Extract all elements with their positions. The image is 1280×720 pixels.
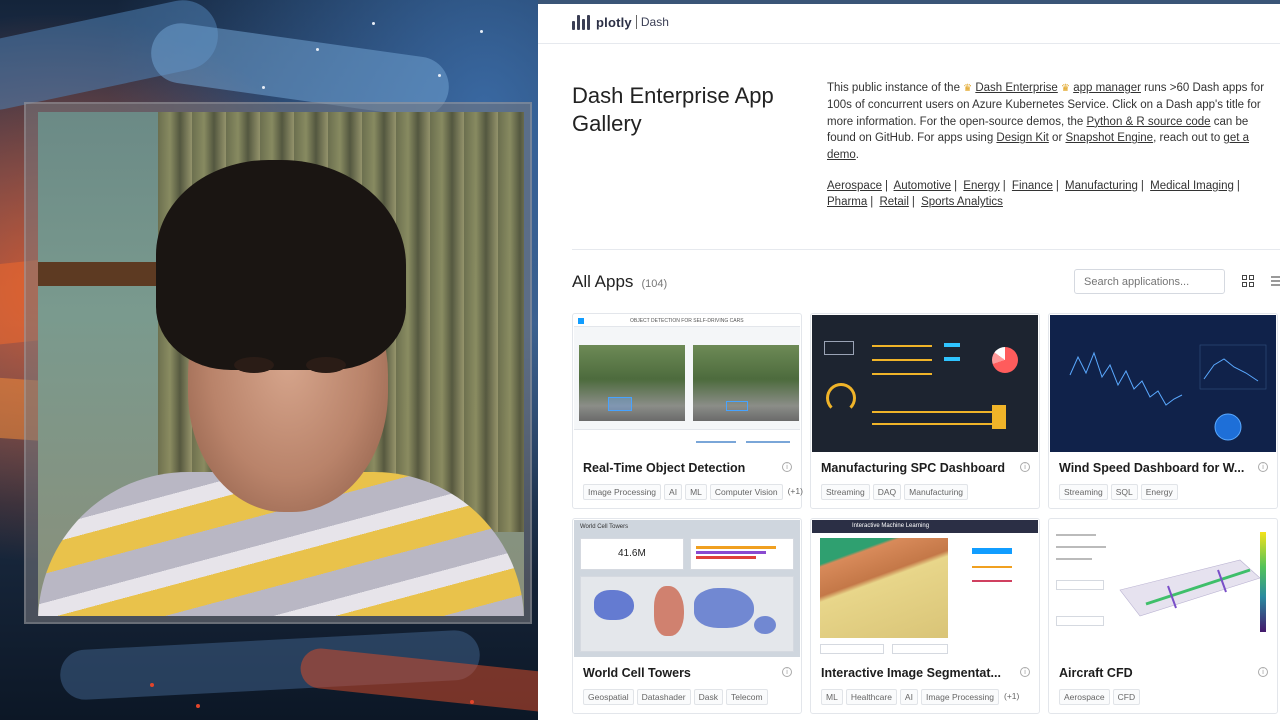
presenter-photo: [38, 112, 524, 616]
photo-frame: [24, 102, 532, 624]
crown-icon: ♛: [1061, 83, 1070, 94]
source-code-link[interactable]: Python & R source code: [1087, 116, 1211, 128]
tag[interactable]: Aerospace: [1059, 689, 1110, 705]
app-thumbnail[interactable]: [1050, 520, 1276, 657]
list-view-icon[interactable]: [1271, 276, 1280, 288]
all-apps-title: All Apps: [572, 272, 634, 291]
app-card[interactable]: Wind Speed Dashboard for W... i Streamin…: [1048, 313, 1278, 509]
tag[interactable]: Datashader: [636, 689, 691, 705]
tag[interactable]: Streaming: [821, 484, 870, 500]
app-card[interactable]: Aircraft CFD i Aerospace CFD: [1048, 518, 1278, 714]
tag[interactable]: SQL: [1110, 484, 1138, 500]
app-card[interactable]: Manufacturing SPC Dashboard i Streaming …: [810, 313, 1040, 509]
industry-link-automotive[interactable]: Automotive: [894, 180, 952, 192]
section-divider: [572, 249, 1280, 250]
crown-icon: ♛: [963, 83, 973, 94]
thumb-caption: World Cell Towers: [580, 524, 629, 530]
tag[interactable]: Image Processing: [920, 689, 999, 705]
app-thumbnail[interactable]: OBJECT DETECTION FOR SELF-DRIVING CARS: [574, 315, 800, 452]
industry-link-sports-analytics[interactable]: Sports Analytics: [921, 196, 1003, 208]
app-card-title[interactable]: Real-Time Object Detection: [583, 461, 773, 475]
more-tags-count: (+1): [787, 486, 803, 496]
thumb-caption: OBJECT DETECTION FOR SELF-DRIVING CARS: [630, 318, 744, 324]
app-card-title[interactable]: Manufacturing SPC Dashboard: [821, 461, 1011, 475]
tag[interactable]: DAQ: [872, 484, 902, 500]
tag-list: Streaming DAQ Manufacturing: [821, 484, 969, 500]
plotly-logo-icon: [572, 14, 590, 30]
tag[interactable]: ML: [685, 484, 707, 500]
plotly-dash-logo[interactable]: plotly Dash: [572, 14, 669, 30]
grid-view-icon[interactable]: [1242, 275, 1254, 287]
industry-link-aerospace[interactable]: Aerospace: [827, 180, 882, 192]
tag[interactable]: Manufacturing: [904, 484, 969, 500]
thumb-metric: 41.6M: [618, 548, 646, 559]
tag[interactable]: Streaming: [1059, 484, 1108, 500]
app-thumbnail[interactable]: World Cell Towers 41.6M: [574, 520, 800, 657]
webcam-overlay: [0, 0, 538, 720]
top-navbar: plotly Dash: [538, 0, 1280, 44]
tag[interactable]: Geospatial: [583, 689, 634, 705]
tag-list: Geospatial Datashader Dask Telecom: [583, 689, 768, 705]
tag-list: Aerospace CFD: [1059, 689, 1141, 705]
app-card-title[interactable]: Wind Speed Dashboard for W...: [1059, 461, 1249, 475]
app-card-title[interactable]: Aircraft CFD: [1059, 666, 1249, 680]
tag[interactable]: CFD: [1112, 689, 1141, 705]
info-icon[interactable]: i: [1020, 667, 1030, 677]
tag[interactable]: Dask: [693, 689, 723, 705]
industry-link-finance[interactable]: Finance: [1012, 180, 1053, 192]
info-icon[interactable]: i: [1258, 462, 1268, 472]
app-gallery-page: plotly Dash Dash Enterprise App Gallery …: [538, 0, 1280, 720]
industry-link-pharma[interactable]: Pharma: [827, 196, 867, 208]
tag[interactable]: Healthcare: [845, 689, 897, 705]
industry-link-energy[interactable]: Energy: [963, 180, 999, 192]
tag[interactable]: Telecom: [725, 689, 768, 705]
snapshot-engine-link[interactable]: Snapshot Engine: [1065, 132, 1153, 144]
logo-wordmark: plotly: [596, 14, 632, 30]
app-count: (104): [641, 278, 668, 290]
tag[interactable]: Energy: [1140, 484, 1178, 500]
dash-enterprise-link[interactable]: Dash Enterprise: [975, 82, 1057, 94]
tag[interactable]: AI: [899, 689, 918, 705]
more-tags-count: (+1): [1004, 691, 1020, 701]
industry-link-manufacturing[interactable]: Manufacturing: [1065, 180, 1138, 192]
tag-list: Streaming SQL Energy: [1059, 484, 1178, 500]
design-kit-link[interactable]: Design Kit: [996, 132, 1048, 144]
app-card[interactable]: OBJECT DETECTION FOR SELF-DRIVING CARS R…: [572, 313, 805, 509]
app-thumbnail[interactable]: [1050, 315, 1276, 452]
app-manager-link[interactable]: app manager: [1073, 82, 1141, 94]
tag[interactable]: AI: [664, 484, 683, 500]
app-card-title[interactable]: Interactive Image Segmentat...: [821, 666, 1011, 680]
intro-paragraph: This public instance of the ♛ Dash Enter…: [827, 82, 1265, 161]
tag-list: Image Processing AI ML Computer Vision (…: [583, 484, 805, 500]
app-thumbnail[interactable]: Interactive Machine Learning: [812, 520, 1038, 657]
info-icon[interactable]: i: [1020, 462, 1030, 472]
industry-link-medical-imaging[interactable]: Medical Imaging: [1150, 180, 1234, 192]
app-thumbnail[interactable]: [812, 315, 1038, 452]
search-input[interactable]: [1074, 269, 1225, 294]
page-title: Dash Enterprise App Gallery: [572, 83, 774, 136]
industry-filter-links: Aerospace | Automotive | Energy | Finance | …: [827, 180, 1240, 209]
app-card[interactable]: World Cell Towers 41.6M World Cell Tower…: [572, 518, 802, 714]
thumb-caption: Interactive Machine Learning: [852, 523, 930, 529]
tag-list: ML Healthcare AI Image Processing (+1): [821, 689, 1021, 705]
logo-product: Dash: [640, 15, 669, 29]
industry-link-retail[interactable]: Retail: [879, 196, 908, 208]
info-icon[interactable]: i: [782, 462, 792, 472]
info-icon[interactable]: i: [1258, 667, 1268, 677]
app-card-title[interactable]: World Cell Towers: [583, 666, 773, 680]
all-apps-heading: All Apps (104): [572, 272, 667, 292]
info-icon[interactable]: i: [782, 667, 792, 677]
tag[interactable]: Computer Vision: [709, 484, 783, 500]
tag[interactable]: Image Processing: [583, 484, 662, 500]
tag[interactable]: ML: [821, 689, 843, 705]
app-card[interactable]: Interactive Machine Learning Interactive…: [810, 518, 1040, 714]
